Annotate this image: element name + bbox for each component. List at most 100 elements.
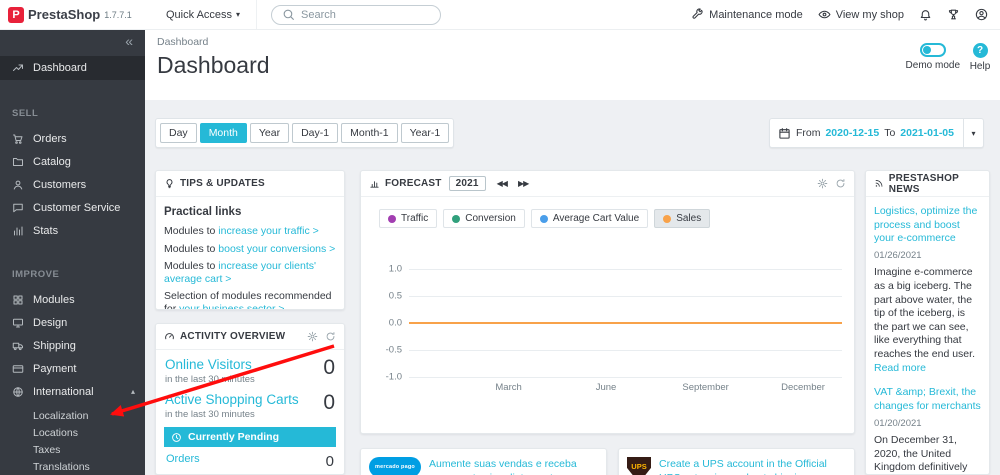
traffic-modules-link[interactable]: increase your traffic > [218, 225, 318, 237]
sidebar-item-customers[interactable]: Customers [0, 173, 145, 196]
account-icon[interactable] [975, 8, 988, 21]
sidebar-item-catalog[interactable]: Catalog [0, 150, 145, 173]
sidebar-item-payment[interactable]: Payment [0, 357, 145, 380]
person-icon [13, 180, 23, 189]
trophy-icon[interactable] [947, 8, 960, 21]
gear-icon[interactable] [817, 178, 828, 189]
article-title-link[interactable]: VAT &amp; Brexit, the changes for mercha… [874, 386, 981, 413]
gridline [409, 269, 842, 270]
modules-icon [13, 295, 23, 304]
range-year-1-button[interactable]: Year-1 [400, 123, 450, 143]
question-mark-icon: ? [972, 43, 988, 58]
legend-traffic[interactable]: Traffic [379, 209, 438, 228]
quick-access-menu[interactable]: Quick Access ▾ [150, 0, 258, 29]
credit-card-icon [12, 364, 24, 373]
legend-conversion[interactable]: Conversion [443, 209, 525, 228]
sidebar-item-international[interactable]: International ▴ [0, 380, 145, 403]
article-date: 01/20/2021 [874, 417, 922, 429]
sidebar-item-orders[interactable]: Orders [0, 127, 145, 150]
main-content: Dashboard Dashboard Demo mode ? Help Day… [145, 30, 1000, 475]
refresh-icon[interactable] [835, 178, 846, 189]
view-my-shop-button[interactable]: View my shop [818, 8, 904, 21]
prestashop-news-panel: PRESTASHOP NEWS Logistics, optimize the … [865, 170, 990, 475]
prestashop-logo[interactable]: P PrestaShop 1.7.7.1 [0, 6, 150, 23]
y-axis-tick: 0.0 [388, 317, 402, 329]
bell-icon[interactable] [919, 8, 932, 21]
range-day-1-button[interactable]: Day-1 [292, 123, 339, 143]
business-sector-link[interactable]: your business sector > [179, 303, 284, 309]
tip-link-business-sector: Selection of modules recommended for you… [164, 290, 336, 309]
sidebar-item-design[interactable]: Design [0, 311, 145, 334]
article-excerpt: Imagine e-commerce as a big iceberg. The… [874, 266, 975, 361]
refresh-icon[interactable] [325, 331, 336, 342]
pending-orders-row: Orders 0 [156, 447, 344, 470]
sidebar-subitem-locations[interactable]: Locations [0, 424, 145, 441]
sidebar-item-shipping[interactable]: Shipping [0, 334, 145, 357]
range-day-button[interactable]: Day [160, 123, 197, 143]
forecast-prev-button[interactable]: ◀◀ [497, 179, 508, 188]
forecast-year-badge[interactable]: 2021 [448, 176, 486, 191]
online-visitors-link[interactable]: Online Visitors [165, 357, 255, 372]
range-month-button[interactable]: Month [199, 123, 247, 143]
y-axis-tick: 1.0 [388, 263, 402, 275]
chat-icon [13, 203, 23, 212]
x-axis-tick: December [781, 382, 825, 393]
folder-icon [13, 157, 23, 166]
article-title-link[interactable]: Logistics, optimize the process and boos… [874, 205, 981, 246]
gridline [409, 377, 842, 378]
forecast-chart: 1.0 0.5 0.0 -0.5 -1.0 March June Septemb… [386, 264, 842, 393]
news-body: Logistics, optimize the process and boos… [866, 197, 989, 474]
ups-link[interactable]: Create a UPS account in the Official UPS… [659, 457, 846, 475]
online-visitors-sub: in the last 30 minutes [165, 374, 255, 385]
active-carts-sub: in the last 30 minutes [165, 409, 255, 420]
sidebar: « Dashboard SELL Orders Catalog Customer… [0, 30, 145, 475]
topbar: P PrestaShop 1.7.7.1 Quick Access ▾ Main… [0, 0, 1000, 30]
sidebar-item-label: Payment [33, 362, 77, 375]
tips-panel-header: TIPS & UPDATES [156, 171, 344, 197]
toggle-icon [919, 43, 946, 57]
sidebar-item-label: Shipping [33, 339, 76, 352]
truck-icon [12, 342, 23, 350]
currently-pending-header: Currently Pending [164, 427, 336, 447]
y-axis-tick: 0.5 [388, 290, 402, 302]
help-button[interactable]: ? Help [964, 43, 996, 72]
sidebar-item-customer-service[interactable]: Customer Service [0, 196, 145, 219]
sidebar-subitem-localization[interactable]: Localization [0, 407, 145, 424]
date-dropdown-button[interactable]: ▾ [963, 119, 983, 147]
forecast-panel: FORECAST 2021 ◀◀ ▶▶ Traffic Conversion A… [360, 170, 855, 434]
sidebar-item-label: Customer Service [33, 201, 121, 214]
bar-chart-icon [370, 181, 379, 188]
gear-icon[interactable] [307, 331, 318, 342]
mercado-pago-link[interactable]: Aumente suas vendas e receba pagamentos … [429, 457, 598, 475]
active-carts-link[interactable]: Active Shopping Carts [165, 392, 299, 407]
sidebar-item-modules[interactable]: Modules [0, 288, 145, 311]
sidebar-subitem-taxes[interactable]: Taxes [0, 441, 145, 458]
forecast-next-button[interactable]: ▶▶ [518, 179, 529, 188]
monitor-icon [13, 318, 23, 327]
maintenance-mode-button[interactable]: Maintenance mode [691, 8, 803, 21]
conversions-modules-link[interactable]: boost your conversions > [218, 243, 335, 255]
search-input[interactable] [301, 8, 420, 21]
sidebar-subitem-translations[interactable]: Translations [0, 458, 145, 475]
chevron-up-icon: ▴ [130, 387, 135, 396]
range-year-button[interactable]: Year [249, 123, 290, 143]
legend-sales[interactable]: Sales [654, 209, 711, 228]
news-panel-title: PRESTASHOP NEWS [888, 172, 959, 195]
sidebar-item-dashboard[interactable]: Dashboard [0, 56, 145, 80]
page-title: Dashboard [157, 52, 270, 78]
demo-mode-toggle[interactable]: Demo mode [906, 43, 960, 71]
activity-panel-header: ACTIVITY OVERVIEW [156, 324, 344, 350]
wrench-icon [692, 8, 703, 19]
pending-orders-link[interactable]: Orders [166, 453, 200, 465]
read-more-link[interactable]: Read more [874, 362, 926, 374]
sidebar-collapse-button[interactable]: « [0, 30, 145, 52]
demo-mode-label: Demo mode [905, 60, 960, 71]
sidebar-item-label: Dashboard [33, 62, 87, 74]
range-month-1-button[interactable]: Month-1 [341, 123, 398, 143]
date-range-picker[interactable]: From 2020-12-15 To 2021-01-05 ▾ [768, 118, 984, 148]
traffic-dot-icon [388, 214, 396, 223]
mercado-pago-promo: mercado pago Aumente suas vendas e receb… [360, 448, 607, 475]
sidebar-item-stats[interactable]: Stats [0, 219, 145, 242]
search-box[interactable] [271, 4, 442, 25]
legend-average-cart-value[interactable]: Average Cart Value [530, 209, 649, 228]
